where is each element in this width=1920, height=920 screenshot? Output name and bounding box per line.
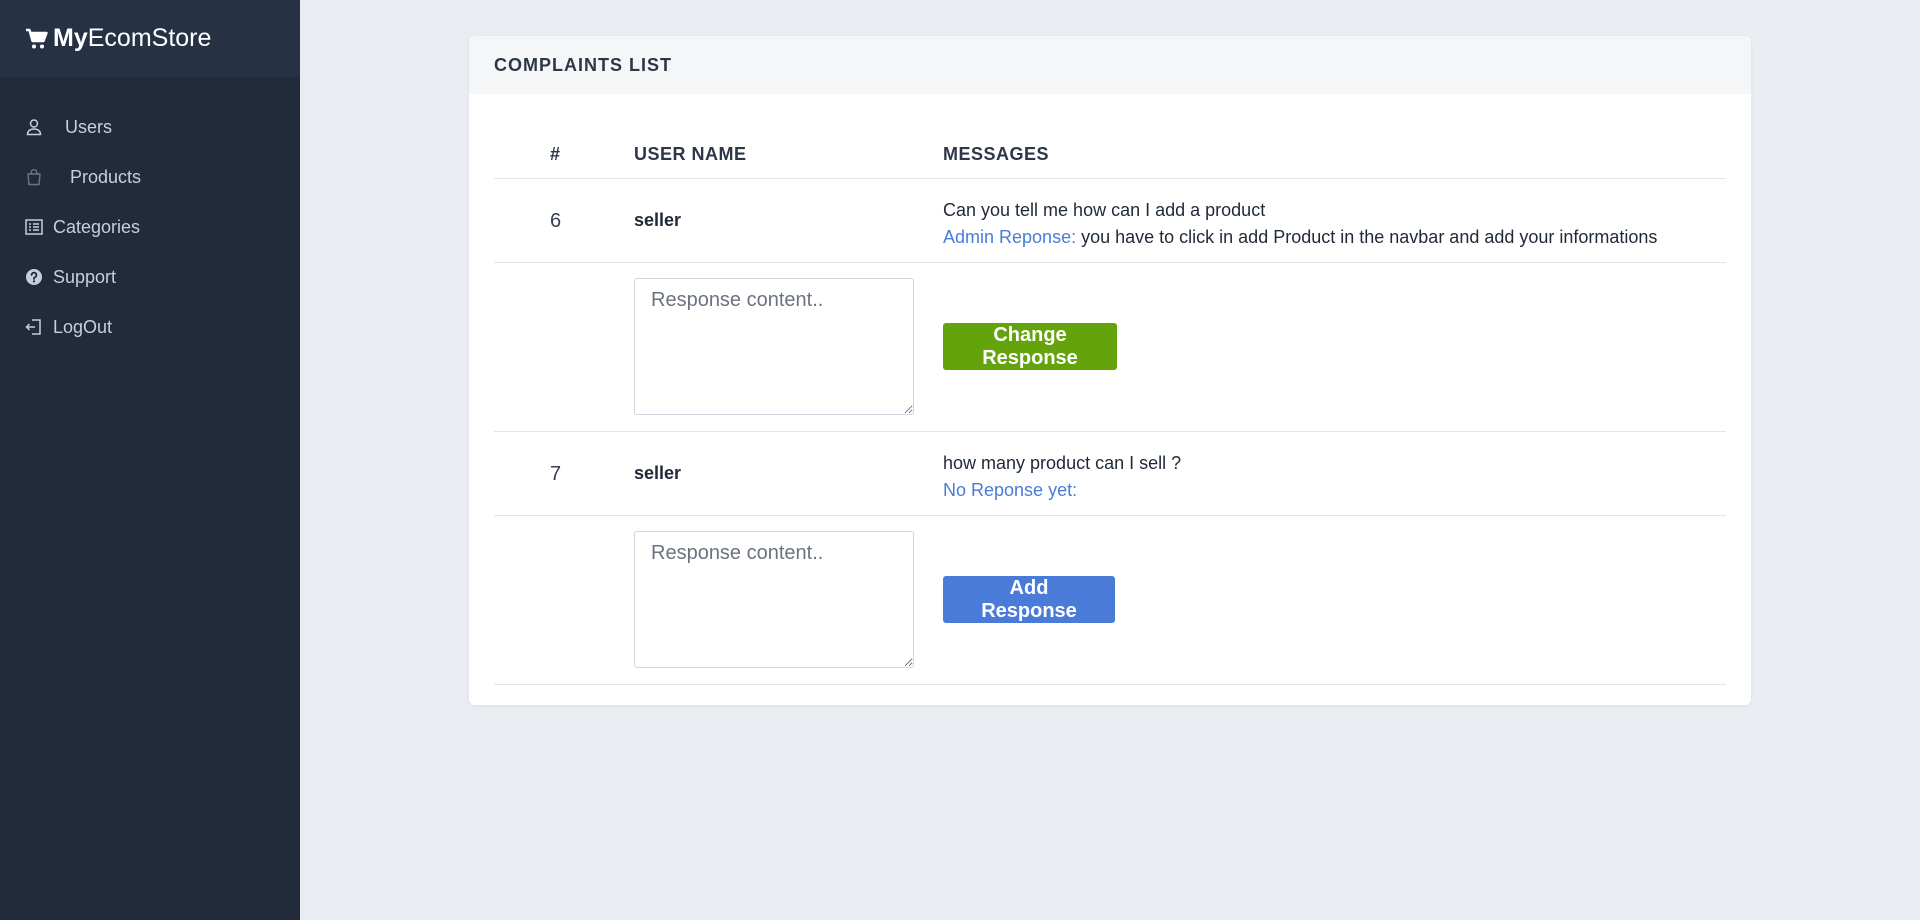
complaint-message: Can you tell me how can I add a product bbox=[943, 200, 1266, 220]
user-icon bbox=[26, 119, 42, 136]
sidebar-item-support[interactable]: Support bbox=[0, 252, 300, 302]
sidebar-item-users[interactable]: Users bbox=[0, 102, 300, 152]
complaints-table: # USER NAME MESSAGES 6 seller Can you te… bbox=[494, 94, 1726, 685]
sidebar-item-label: LogOut bbox=[53, 316, 113, 337]
response-label: No Reponse yet: bbox=[943, 480, 1078, 500]
sidebar-item-label: Products bbox=[70, 166, 142, 187]
logout-icon bbox=[25, 319, 41, 335]
response-text: you have to click in add Product in the … bbox=[1081, 227, 1658, 247]
response-row: Add Response bbox=[494, 516, 1726, 685]
complaint-message-block: how many product can I sell ? No Reponse… bbox=[943, 450, 1181, 504]
brand-name-bold: My bbox=[53, 24, 88, 52]
complaint-response: Admin Reponse: you have to click in add … bbox=[943, 224, 1657, 251]
sidebar-item-label: Categories bbox=[53, 216, 141, 237]
sidebar-item-products[interactable]: Products bbox=[0, 152, 300, 202]
column-header-id: # bbox=[550, 144, 561, 164]
complaint-user: seller bbox=[634, 463, 682, 483]
card-title: COMPLAINTS LIST bbox=[469, 36, 1751, 94]
complaint-id: 7 bbox=[550, 463, 562, 485]
change-response-button[interactable]: Change Response bbox=[943, 323, 1117, 370]
shopping-cart-icon bbox=[26, 28, 48, 48]
add-response-button[interactable]: Add Response bbox=[943, 576, 1115, 623]
sidebar-item-label: Users bbox=[65, 116, 113, 137]
brand-logo[interactable]: My EcomStore bbox=[0, 0, 300, 77]
response-row: Change Response bbox=[494, 263, 1726, 432]
response-input[interactable] bbox=[634, 531, 914, 668]
table-row: 7 seller how many product can I sell ? N… bbox=[494, 432, 1726, 516]
complaint-user: seller bbox=[634, 210, 682, 230]
table-header: # USER NAME MESSAGES bbox=[494, 94, 1726, 179]
sidebar-item-categories[interactable]: Categories bbox=[0, 202, 300, 252]
complaint-message: how many product can I sell ? bbox=[943, 453, 1182, 473]
response-input[interactable] bbox=[634, 278, 914, 415]
column-header-username: USER NAME bbox=[634, 144, 747, 164]
brand-name-rest: EcomStore bbox=[87, 24, 212, 52]
complaint-message-block: Can you tell me how can I add a product … bbox=[943, 197, 1657, 251]
sidebar-nav: Users Products Categories Support LogOut bbox=[0, 77, 300, 352]
list-icon bbox=[25, 219, 43, 235]
sidebar-item-logout[interactable]: LogOut bbox=[0, 302, 300, 352]
sidebar-item-label: Support bbox=[53, 266, 117, 287]
response-label: Admin Reponse: bbox=[943, 227, 1077, 247]
shopping-bag-icon bbox=[27, 169, 41, 186]
complaints-card: COMPLAINTS LIST # USER NAME MESSAGES 6 s… bbox=[469, 36, 1751, 705]
column-header-messages: MESSAGES bbox=[943, 144, 1050, 164]
question-circle-icon bbox=[26, 269, 42, 285]
sidebar: My EcomStore Users Products Categories S… bbox=[0, 0, 300, 920]
complaint-response: No Reponse yet: bbox=[943, 477, 1181, 504]
table-row: 6 seller Can you tell me how can I add a… bbox=[494, 179, 1726, 263]
complaint-id: 6 bbox=[550, 210, 562, 232]
